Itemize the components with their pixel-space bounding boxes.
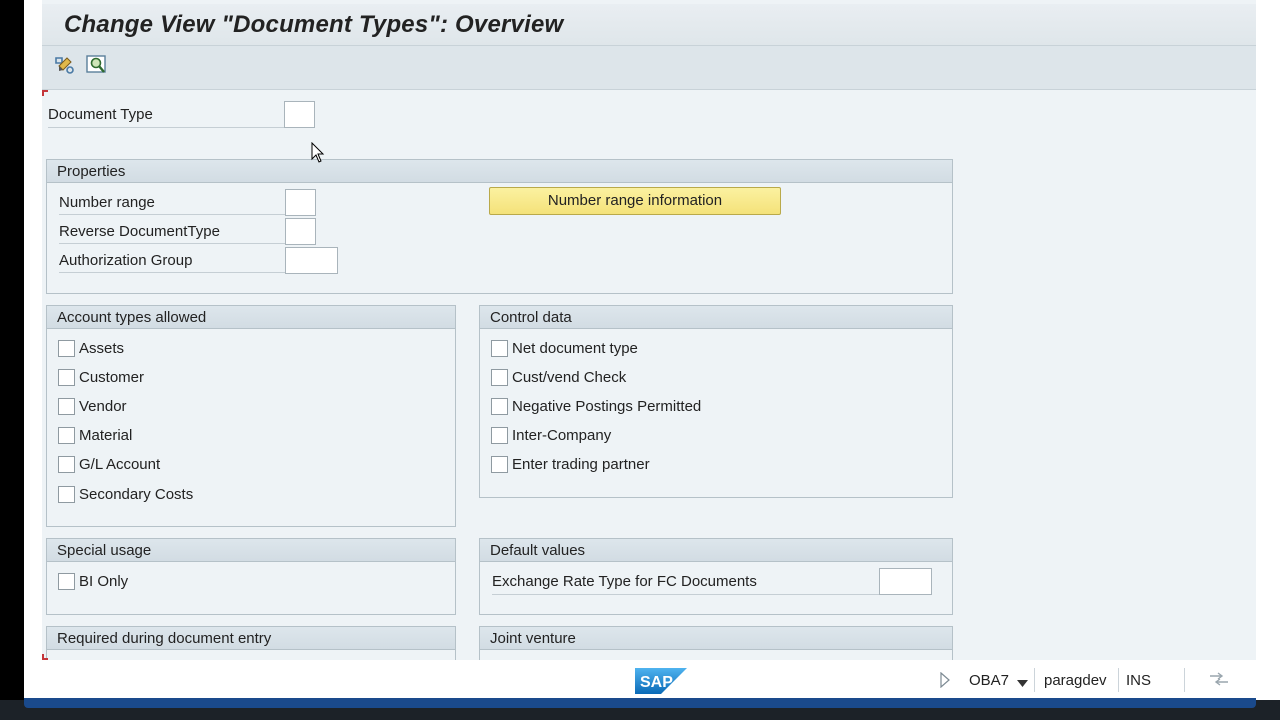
special-usage-group: Special usage BI Only	[46, 538, 456, 615]
checkbox-assets[interactable]	[58, 340, 75, 357]
checkbox-gl-account[interactable]	[58, 456, 75, 473]
separator	[1034, 668, 1035, 692]
authorization-group-label: Authorization Group	[59, 252, 193, 269]
required-entry-group-header: Required during document entry	[47, 627, 455, 650]
bi-only-label: BI Only	[79, 573, 129, 590]
application-toolbar	[42, 46, 1256, 90]
checkbox-secondary-costs[interactable]	[58, 486, 75, 503]
secondary-costs-label: Secondary Costs	[79, 486, 194, 503]
vendor-label: Vendor	[79, 398, 127, 415]
reverse-document-type-label: Reverse DocumentType	[59, 223, 220, 240]
mouse-cursor-icon	[311, 141, 325, 169]
chevron-down-icon[interactable]	[1017, 675, 1028, 693]
input-mode: INS	[1126, 672, 1152, 689]
negative-postings-label: Negative Postings Permitted	[512, 398, 702, 415]
checkbox-inter-company[interactable]	[491, 427, 508, 444]
number-range-label: Number range	[59, 194, 155, 211]
control-data-group: Control data Net document type Cust/vend…	[479, 305, 953, 498]
underline	[59, 214, 285, 215]
svg-text:SAP: SAP	[640, 674, 673, 691]
inter-company-label: Inter-Company	[512, 427, 612, 444]
page-title: Change View "Document Types": Overview	[64, 11, 564, 38]
checkbox-vendor[interactable]	[58, 398, 75, 415]
account-types-group-header: Account types allowed	[47, 306, 455, 329]
authorization-group-input[interactable]	[285, 247, 338, 274]
sap-logo: SAP	[635, 668, 687, 699]
window-bottom-edge	[24, 698, 1256, 708]
status-bar: SAP OBA7 paragdev INS	[24, 660, 1256, 700]
net-document-type-label: Net document type	[512, 340, 638, 357]
properties-group-header: Properties	[47, 160, 952, 183]
underline	[59, 272, 285, 273]
user-name: paragdev	[1044, 672, 1107, 689]
right-border	[1256, 0, 1280, 700]
separator	[1118, 668, 1119, 692]
layout-toggle-icon[interactable]	[1208, 671, 1230, 692]
document-type-label: Document Type	[48, 106, 153, 123]
checkbox-bi-only[interactable]	[58, 573, 75, 590]
find-button[interactable]	[84, 54, 110, 80]
material-label: Material	[79, 427, 133, 444]
left-border	[24, 0, 42, 660]
default-values-group: Default values Exchange Rate Type for FC…	[479, 538, 953, 615]
checkbox-net-document-type[interactable]	[491, 340, 508, 357]
checkbox-cust-vend-check[interactable]	[491, 369, 508, 386]
underline	[59, 243, 285, 244]
play-triangle-icon[interactable]	[939, 671, 951, 693]
checkbox-customer[interactable]	[58, 369, 75, 386]
checkbox-material[interactable]	[58, 427, 75, 444]
transaction-code: OBA7	[969, 672, 1010, 689]
main-content: Document Type Properties Number range Re…	[42, 90, 1256, 666]
customer-label: Customer	[79, 369, 145, 386]
enter-trading-partner-label: Enter trading partner	[512, 456, 650, 473]
number-range-information-button[interactable]: Number range information	[489, 187, 781, 215]
exchange-rate-type-input[interactable]	[879, 568, 932, 595]
special-usage-group-header: Special usage	[47, 539, 455, 562]
gl-account-label: G/L Account	[79, 456, 161, 473]
document-type-input[interactable]	[284, 101, 315, 128]
frame-corner-mark	[42, 90, 48, 96]
assets-label: Assets	[79, 340, 125, 357]
account-types-group: Account types allowed Assets Customer Ve…	[46, 305, 456, 527]
checkbox-negative-postings[interactable]	[491, 398, 508, 415]
display-change-button[interactable]	[52, 54, 78, 80]
joint-venture-group-header: Joint venture	[480, 627, 952, 650]
checkbox-enter-trading-partner[interactable]	[491, 456, 508, 473]
cust-vend-check-label: Cust/vend Check	[512, 369, 627, 386]
exchange-rate-type-label: Exchange Rate Type for FC Documents	[492, 573, 757, 590]
underline	[48, 127, 284, 128]
display-change-icon	[53, 54, 77, 81]
underline	[492, 594, 879, 595]
default-values-group-header: Default values	[480, 539, 952, 562]
number-range-input[interactable]	[285, 189, 316, 216]
control-data-group-header: Control data	[480, 306, 952, 329]
reverse-document-type-input[interactable]	[285, 218, 316, 245]
separator	[1184, 668, 1185, 692]
find-icon	[85, 54, 109, 81]
title-bar: Change View "Document Types": Overview	[42, 4, 1256, 46]
properties-group: Properties Number range Reverse Document…	[46, 159, 953, 294]
